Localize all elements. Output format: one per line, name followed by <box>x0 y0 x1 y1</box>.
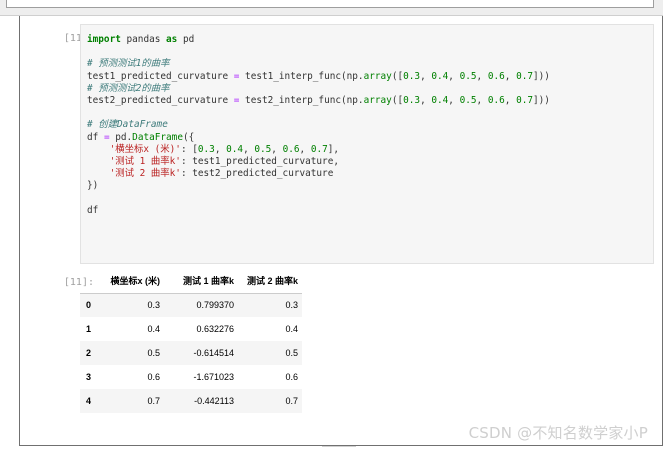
watermark: CSDN @不知名数学家小P <box>468 424 648 442</box>
code-line-dataframe: df = pd.DataFrame({ <box>87 131 195 143</box>
row-index: 4 <box>86 396 92 406</box>
table-cell: 0.632276 <box>196 324 234 334</box>
code-line-df: df <box>87 204 99 216</box>
previous-cell-edge <box>0 0 663 16</box>
row-index: 3 <box>86 372 92 382</box>
code-comment-create-dataframe: # 创建DataFrame <box>87 119 168 131</box>
table-row: 1 0.4 0.632276 0.4 <box>80 317 302 341</box>
code-comment-predict-1: # 预测测试1的曲率 <box>87 58 170 70</box>
row-index: 0 <box>86 300 92 311</box>
table-cell: 0.5 <box>285 348 298 358</box>
table-header-row: 横坐标x (米) 测试 1 曲率k 测试 2 曲率k <box>80 269 302 294</box>
code-line-close: }) <box>87 180 99 192</box>
code-line-import: import pandas as pd <box>87 34 195 45</box>
table-cell: 0.799370 <box>196 300 234 311</box>
code-line-predict-2: test2_predicted_curvature = test2_interp… <box>87 94 550 106</box>
notebook-panel: [11]: import pandas as pd # 预测测试1的曲率 tes… <box>19 16 663 446</box>
table-row: 4 0.7 -0.442113 0.7 <box>80 389 302 413</box>
table-cell: 0.6 <box>147 372 160 382</box>
table-row: 0 0.3 0.799370 0.3 <box>80 293 302 317</box>
code-line-dict-x: '横坐标x (米)': [0.3, 0.4, 0.5, 0.6, 0.7], <box>109 143 340 155</box>
code-cell[interactable]: [11]: import pandas as pd # 预测测试1的曲率 tes… <box>20 24 662 264</box>
table-cell: -0.442113 <box>194 396 234 406</box>
column-header: 测试 1 曲率k <box>164 269 238 294</box>
output-cell: [11]: 横坐标x (米) 测试 1 曲率k 测试 2 曲率k 0 0.3 0… <box>20 269 662 419</box>
table-cell: 0.3 <box>285 300 298 311</box>
code-editor[interactable]: import pandas as pd # 预测测试1的曲率 test1_pre… <box>80 24 654 264</box>
table-cell: 0.6 <box>285 372 298 382</box>
code-line-dict-test2: '测试 2 曲率k': test2_predicted_curvature <box>109 168 334 180</box>
table-cell: 0.3 <box>147 300 160 311</box>
index-header <box>80 269 106 294</box>
table-cell: 0.7 <box>147 396 160 406</box>
table-cell: 0.5 <box>147 348 160 358</box>
table-row: 3 0.6 -1.671023 0.6 <box>80 365 302 389</box>
row-index: 2 <box>86 348 92 358</box>
dataframe-table: 横坐标x (米) 测试 1 曲率k 测试 2 曲率k 0 0.3 0.79937… <box>80 269 302 413</box>
table-row: 2 0.5 -0.614514 0.5 <box>80 341 302 365</box>
table-cell: -0.614514 <box>193 348 234 358</box>
code-comment-predict-2: # 预测测试2的曲率 <box>87 82 170 94</box>
column-header: 测试 2 曲率k <box>238 269 302 294</box>
code-line-predict-1: test1_predicted_curvature = test1_interp… <box>87 70 550 82</box>
code-line-dict-test1: '测试 1 曲率k': test1_predicted_curvature, <box>109 155 339 167</box>
column-header: 横坐标x (米) <box>106 269 164 294</box>
previous-cell-border <box>6 0 654 8</box>
scroll-indicator <box>322 446 356 450</box>
table-cell: -1.671023 <box>193 372 234 382</box>
table-cell: 0.4 <box>285 324 298 334</box>
table-cell: 0.7 <box>285 396 298 406</box>
table-cell: 0.4 <box>147 324 160 334</box>
row-index: 1 <box>86 324 92 334</box>
